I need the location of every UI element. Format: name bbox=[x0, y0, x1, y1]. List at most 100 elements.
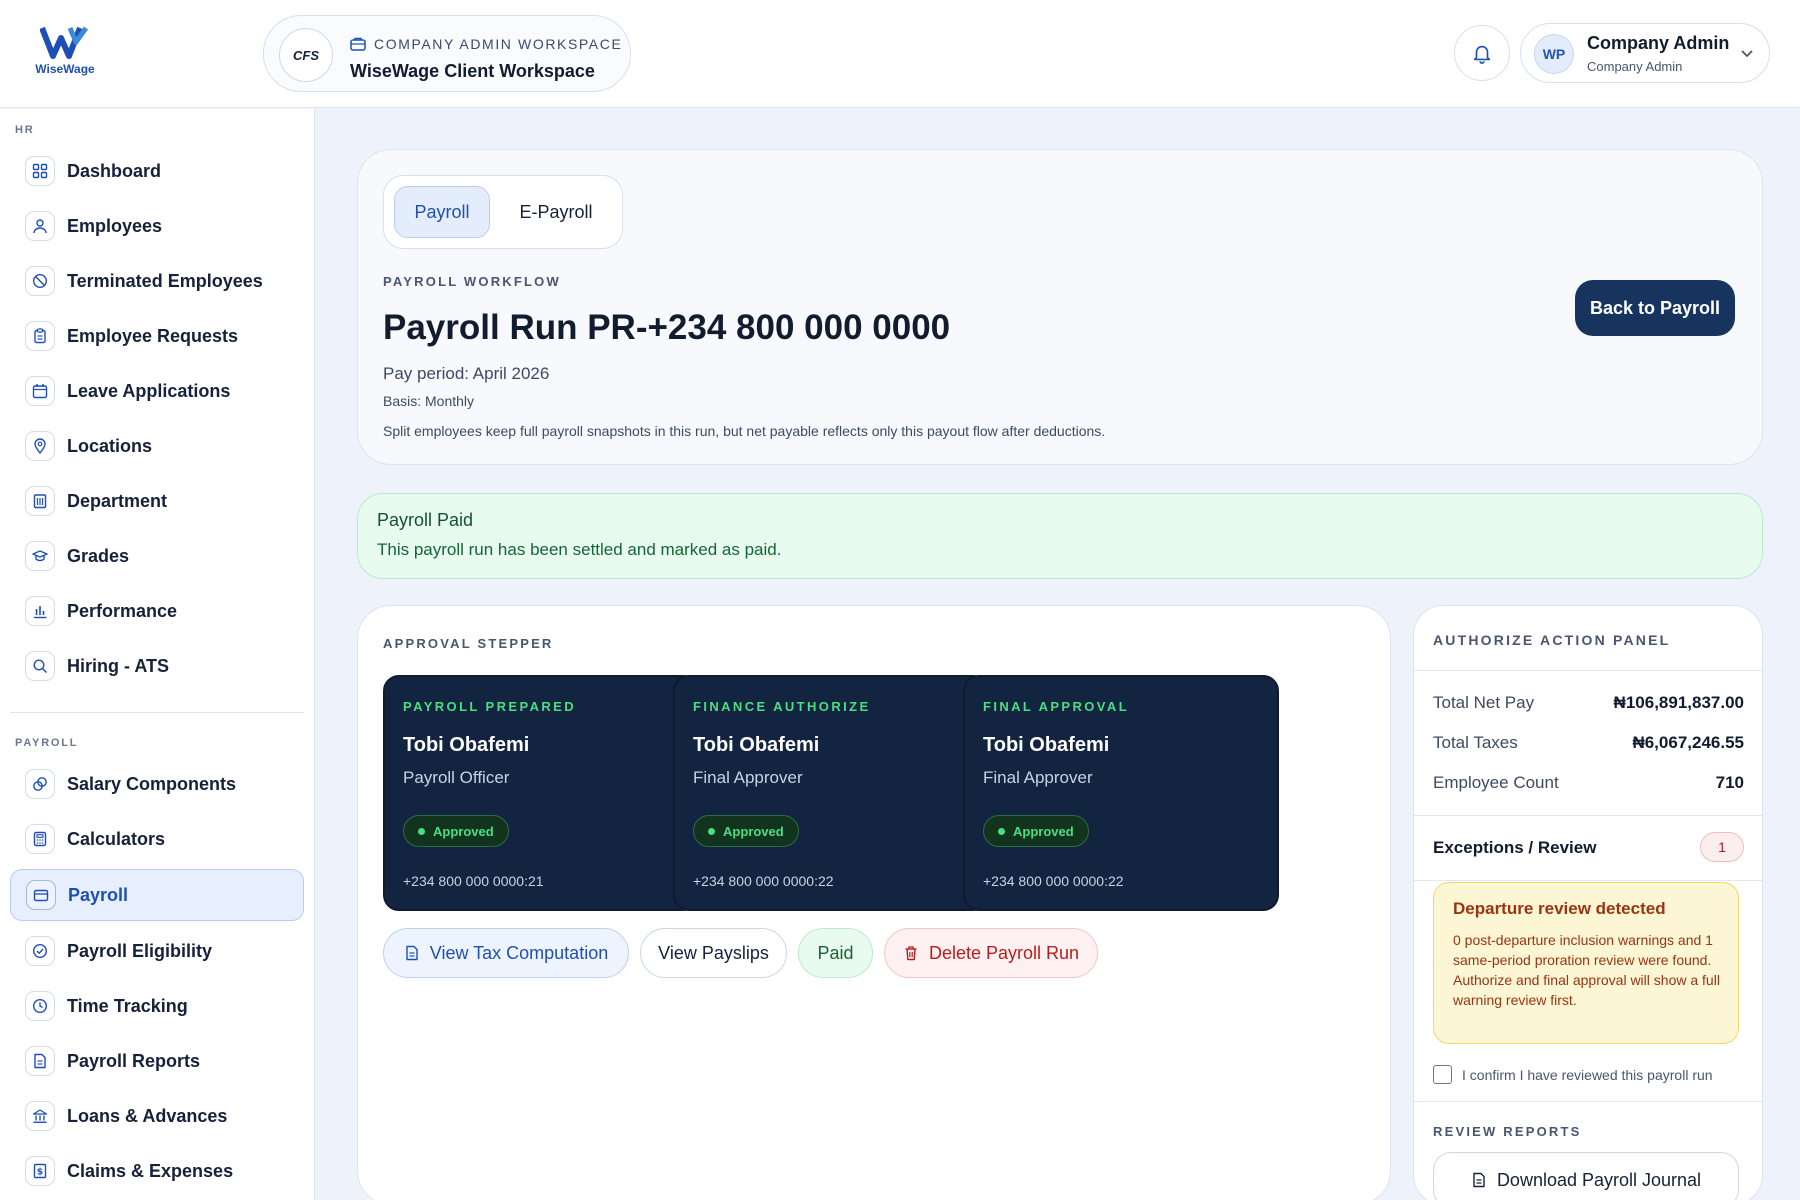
view-tax-computation-button[interactable]: View Tax Computation bbox=[383, 928, 629, 978]
status-badge-label: Approved bbox=[1013, 823, 1074, 839]
step-approver-name: Tobi Obafemi bbox=[983, 734, 1110, 756]
client-logo: CFS bbox=[279, 28, 333, 82]
step-approver-role: Payroll Officer bbox=[403, 768, 510, 787]
workspace-name: WiseWage Client Workspace bbox=[350, 61, 595, 81]
check-circle-icon bbox=[25, 936, 55, 966]
sidebar-item-label: Leave Applications bbox=[67, 380, 231, 401]
tab-e-payroll[interactable]: E-Payroll bbox=[504, 186, 608, 238]
step-timestamp: +234 800 000 0000:22 bbox=[693, 873, 834, 889]
user-off-icon bbox=[25, 266, 55, 296]
clipboard-icon bbox=[25, 321, 55, 351]
sidebar-item-department[interactable]: Department bbox=[10, 476, 304, 526]
sidebar-item-payroll-eligibility[interactable]: Payroll Eligibility bbox=[10, 926, 304, 976]
step-approver-name: Tobi Obafemi bbox=[693, 734, 820, 756]
warning-title: Departure review detected bbox=[1453, 899, 1666, 918]
step-final-approval: FINAL APPROVAL Tobi Obafemi Final Approv… bbox=[963, 675, 1279, 911]
sidebar-item-locations[interactable]: Locations bbox=[10, 421, 304, 471]
search-icon bbox=[25, 651, 55, 681]
sidebar-item-dashboard[interactable]: Dashboard bbox=[10, 146, 304, 196]
tab-payroll[interactable]: Payroll bbox=[394, 186, 490, 238]
view-payslips-button[interactable]: View Payslips bbox=[640, 928, 787, 978]
briefcase-icon bbox=[350, 37, 366, 51]
sidebar-divider bbox=[10, 712, 304, 713]
back-to-payroll-button[interactable]: Back to Payroll bbox=[1575, 280, 1735, 336]
sidebar-item-label: Dashboard bbox=[67, 160, 162, 181]
user-menu[interactable]: WP Company Admin Company Admin bbox=[1520, 23, 1770, 83]
svg-text:$: $ bbox=[37, 1168, 43, 1178]
panel-divider bbox=[1414, 670, 1762, 671]
step-timestamp: +234 800 000 0000:21 bbox=[403, 873, 544, 889]
wallet-icon bbox=[26, 880, 56, 910]
workflow-eyebrow: PAYROLL WORKFLOW bbox=[383, 274, 561, 289]
sidebar-item-label: Department bbox=[67, 490, 168, 511]
step-approver-name: Tobi Obafemi bbox=[403, 734, 530, 756]
status-dot-icon bbox=[418, 827, 425, 835]
bar-chart-icon bbox=[25, 596, 55, 626]
sidebar-item-grades[interactable]: Grades bbox=[10, 531, 304, 581]
sidebar-item-label: Salary Components bbox=[67, 773, 237, 794]
pay-period: Pay period: April 2026 bbox=[383, 364, 550, 383]
sidebar-item-loans-advances[interactable]: Loans & Advances bbox=[10, 1091, 304, 1141]
panel-divider bbox=[1414, 815, 1762, 816]
departure-review-warning: Departure review detected 0 post-departu… bbox=[1433, 882, 1739, 1044]
avatar: WP bbox=[1534, 34, 1574, 74]
page-title: Payroll Run PR-+234 800 000 0000 bbox=[383, 308, 951, 347]
sidebar-item-label: Payroll bbox=[68, 884, 129, 905]
sidebar-item-label: Employees bbox=[67, 215, 163, 236]
sidebar-item-payroll[interactable]: Payroll bbox=[10, 869, 304, 921]
paid-status-button[interactable]: Paid bbox=[798, 928, 873, 978]
sidebar-item-employees[interactable]: Employees bbox=[10, 201, 304, 251]
status-dot-icon bbox=[998, 827, 1005, 835]
bell-icon bbox=[1473, 45, 1491, 64]
sidebar-section-payroll: PAYROLL bbox=[15, 737, 79, 749]
authorize-eyebrow: AUTHORIZE ACTION PANEL bbox=[1433, 632, 1671, 648]
payroll-tabs: Payroll E-Payroll bbox=[383, 175, 623, 249]
sidebar-item-label: Payroll Reports bbox=[67, 1050, 201, 1071]
workspace-eyebrow-text: COMPANY ADMIN WORKSPACE bbox=[374, 36, 623, 52]
step-stage: PAYROLL PREPARED bbox=[403, 699, 577, 714]
sidebar-item-salary-components[interactable]: Salary Components bbox=[10, 759, 304, 809]
sidebar-item-leave-applications[interactable]: Leave Applications bbox=[10, 366, 304, 416]
user-name: Company Admin bbox=[1587, 33, 1730, 53]
sidebar-item-performance[interactable]: Performance bbox=[10, 586, 304, 636]
step-timestamp: +234 800 000 0000:22 bbox=[983, 873, 1124, 889]
total-taxes-value: ₦6,067,246.55 bbox=[1632, 733, 1744, 752]
total-net-pay-label: Total Net Pay bbox=[1433, 693, 1535, 712]
sidebar-item-label: Loans & Advances bbox=[67, 1105, 228, 1126]
brand-logo[interactable]: WiseWage bbox=[30, 24, 100, 84]
top-bar: WiseWage CFS COMPANY ADMIN WORKSPACE Wis… bbox=[0, 0, 1800, 108]
delete-payroll-run-button[interactable]: Delete Payroll Run bbox=[884, 928, 1098, 978]
clock-icon bbox=[25, 991, 55, 1021]
panel-divider bbox=[1414, 1101, 1762, 1102]
grid-icon bbox=[25, 156, 55, 186]
download-payroll-journal-button[interactable]: Download Payroll Journal bbox=[1433, 1152, 1739, 1200]
authorize-action-panel: AUTHORIZE ACTION PANEL Total Net Pay ₦10… bbox=[1413, 605, 1763, 1200]
document-icon bbox=[406, 945, 418, 961]
workspace-switcher[interactable]: CFS COMPANY ADMIN WORKSPACE WiseWage Cli… bbox=[263, 15, 631, 92]
sidebar-item-time-tracking[interactable]: Time Tracking bbox=[10, 981, 304, 1031]
step-finance-authorize: FINANCE AUTHORIZE Tobi Obafemi Final App… bbox=[673, 675, 989, 911]
sidebar-section-hr: HR bbox=[15, 124, 35, 136]
sidebar-item-calculators[interactable]: Calculators bbox=[10, 814, 304, 864]
approval-stepper-card: APPROVAL STEPPER PAYROLL PREPARED Tobi O… bbox=[357, 605, 1391, 1200]
graduation-cap-icon bbox=[25, 541, 55, 571]
confirm-checkbox[interactable] bbox=[1433, 1065, 1452, 1084]
step-approver-role: Final Approver bbox=[983, 768, 1093, 787]
sidebar-item-label: Payroll Eligibility bbox=[67, 940, 213, 961]
sidebar-item-label: Performance bbox=[67, 600, 178, 621]
exceptions-count-badge: 1 bbox=[1700, 832, 1744, 862]
sidebar-item-claims-expenses[interactable]: $ Claims & Expenses bbox=[10, 1146, 304, 1196]
notifications-button[interactable] bbox=[1454, 25, 1510, 81]
sidebar-item-label: Claims & Expenses bbox=[67, 1160, 234, 1181]
sidebar-item-label: Hiring - ATS bbox=[67, 655, 169, 676]
split-employees-note: Split employees keep full payroll snapsh… bbox=[383, 423, 1106, 439]
status-badge: Approved bbox=[983, 815, 1089, 847]
review-confirmation[interactable]: I confirm I have reviewed this payroll r… bbox=[1433, 1065, 1713, 1084]
calendar-icon bbox=[25, 376, 55, 406]
sidebar-item-terminated-employees[interactable]: Terminated Employees bbox=[10, 256, 304, 306]
sidebar-item-payroll-reports[interactable]: Payroll Reports bbox=[10, 1036, 304, 1086]
step-stage: FINANCE AUTHORIZE bbox=[693, 699, 871, 714]
status-dot-icon bbox=[708, 827, 715, 835]
sidebar-item-employee-requests[interactable]: Employee Requests bbox=[10, 311, 304, 361]
sidebar-item-hiring-ats[interactable]: Hiring - ATS bbox=[10, 641, 304, 691]
